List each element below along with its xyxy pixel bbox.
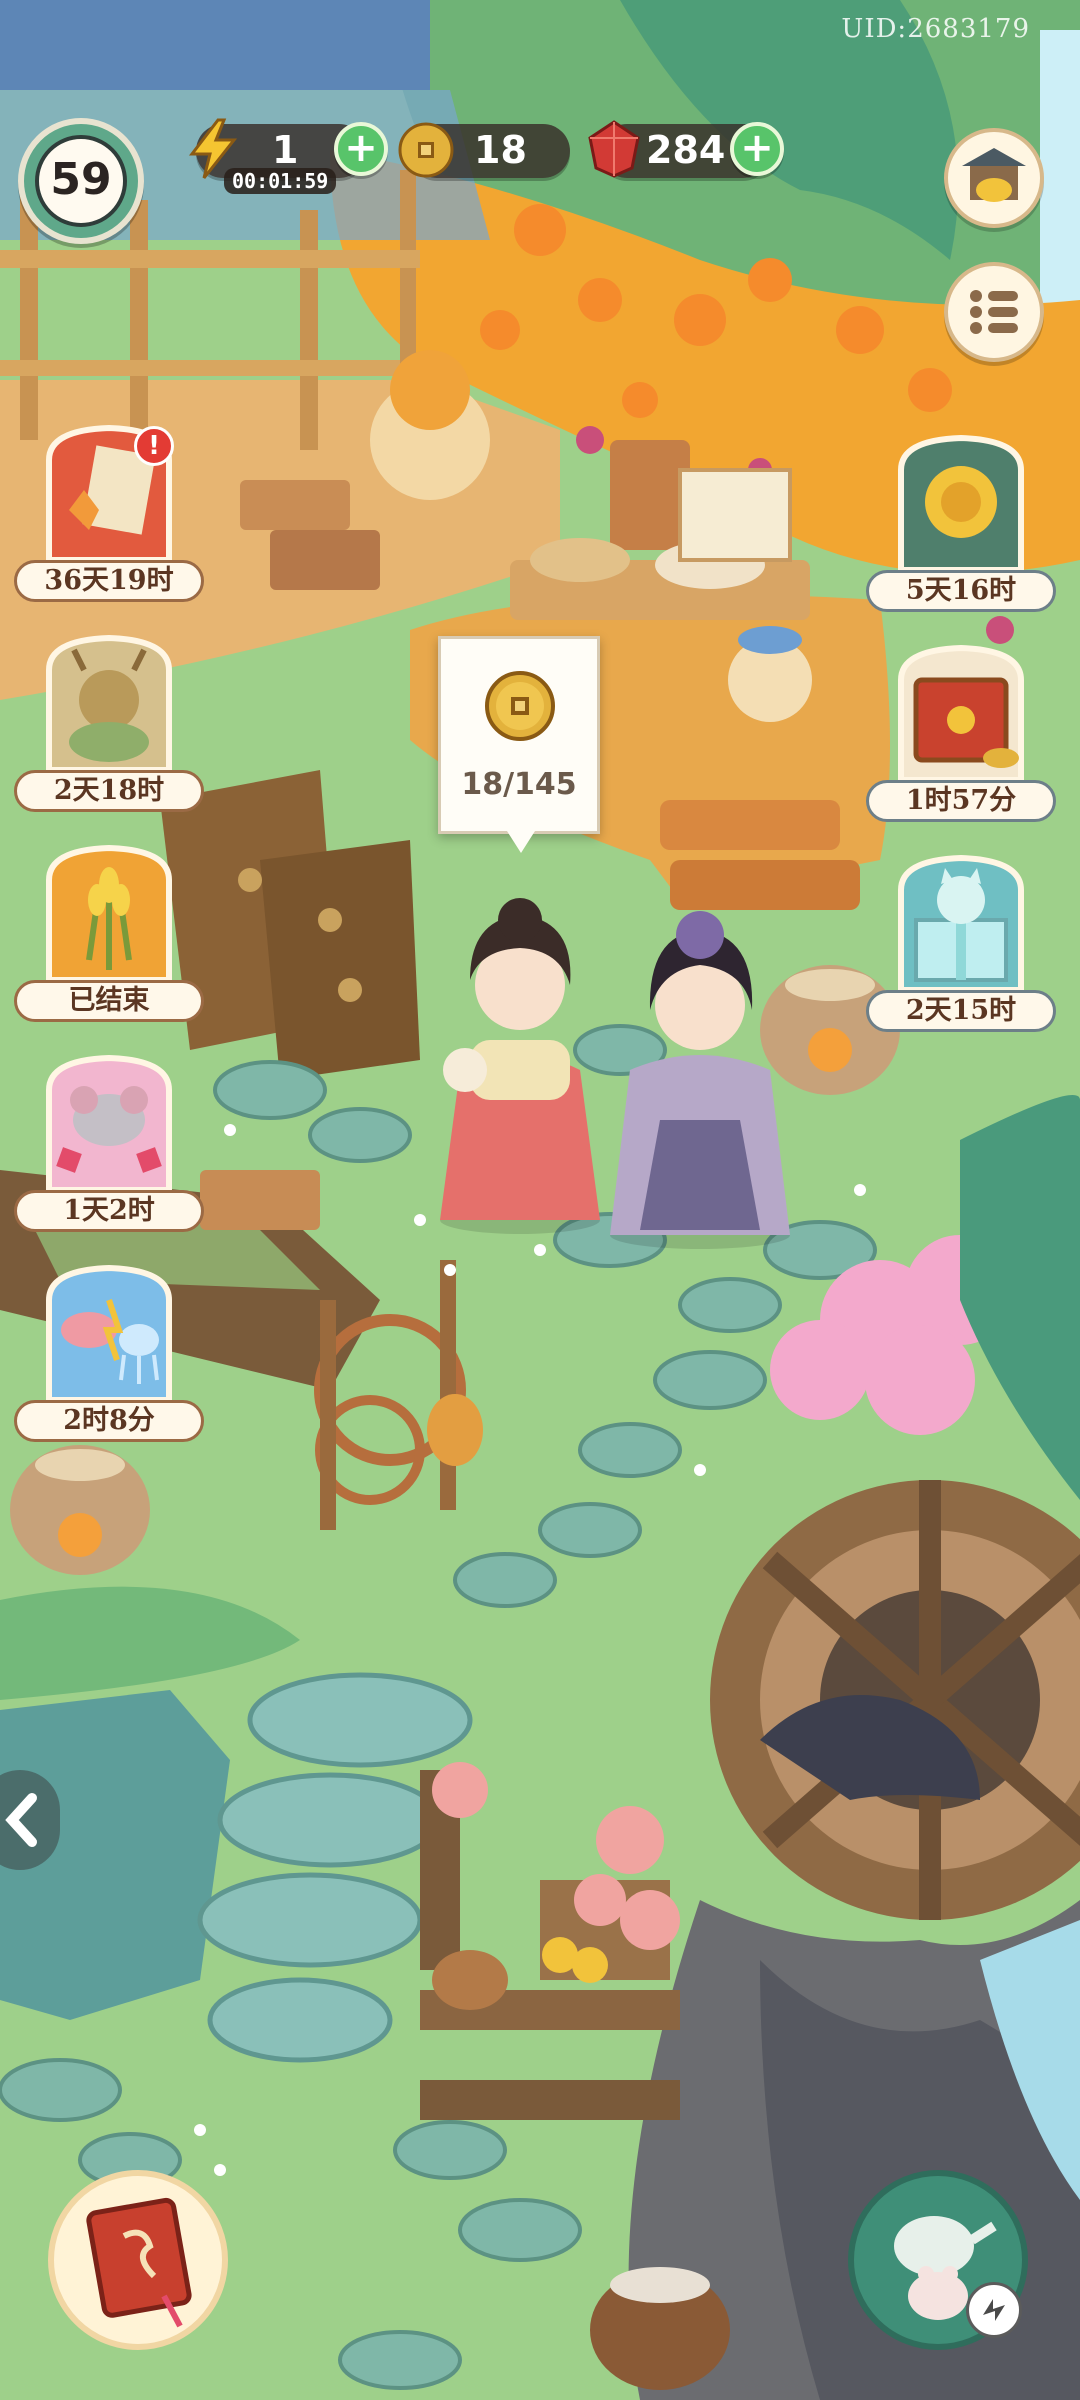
level-number: 59 (50, 154, 112, 205)
event-alert-badge: ! (134, 426, 174, 466)
event-mouse-blossom[interactable]: 1天2时 (14, 1050, 204, 1240)
uid-label: UID:2683179 (841, 14, 1030, 44)
cat-gift-icon (898, 854, 1024, 993)
energy-value: 1 (272, 128, 299, 172)
shrine-icon (962, 148, 1026, 202)
event-timer-label: 2天15时 (866, 990, 1056, 1032)
gem-value: 284 (646, 128, 726, 172)
event-fish-jellyfish[interactable]: 2时8分 (14, 1260, 204, 1450)
event-wheat[interactable]: 已结束 (14, 840, 204, 1030)
deer-spirit-icon (46, 634, 172, 773)
tea-house-button[interactable] (848, 2170, 1028, 2350)
coin-value: 18 (474, 128, 527, 172)
coin-icon (398, 122, 454, 178)
add-gems-button[interactable]: + (730, 122, 784, 176)
event-cat-gift[interactable]: 2天15时 (866, 850, 1056, 1040)
treasure-box-icon (898, 644, 1024, 783)
chrysanthemum-icon (898, 434, 1024, 573)
energy-timer: 00:01:59 (224, 168, 337, 194)
event-timer-label: 2天18时 (14, 770, 204, 812)
game-scene: UID:2683179 59 1 00:01:59 + 18 284 + ! 3… (0, 0, 1080, 2400)
event-timer-label: 1天2时 (14, 1190, 204, 1232)
swap-arrow-icon (966, 2282, 1022, 2338)
add-energy-button[interactable]: + (334, 122, 388, 176)
fish-jellyfish-icon (46, 1264, 172, 1403)
event-deer-spirit[interactable]: 2天18时 (14, 630, 204, 820)
event-maple-letter[interactable]: ! 36天19时 (14, 420, 204, 610)
shop-button[interactable] (944, 128, 1044, 228)
coin-progress-tooltip: 18/145 (438, 636, 600, 853)
ruby-icon (588, 120, 640, 178)
chevron-left-icon (5, 1793, 37, 1847)
menu-button[interactable] (944, 262, 1044, 362)
list-icon (970, 290, 1018, 334)
wheat-icon (46, 844, 172, 983)
event-timer-label: 36天19时 (14, 560, 204, 602)
journal-button[interactable] (48, 2170, 228, 2350)
event-timer-label: 2时8分 (14, 1400, 204, 1442)
event-chrysanthemum[interactable]: 5天16时 (866, 430, 1056, 620)
event-treasure-box[interactable]: 1时57分 (866, 640, 1056, 830)
mouse-blossom-icon (46, 1054, 172, 1193)
coin-icon (485, 671, 555, 741)
event-timer-label: 已结束 (14, 980, 204, 1022)
event-timer-label: 5天16时 (866, 570, 1056, 612)
scroll-left-button[interactable] (0, 1770, 60, 1870)
level-badge[interactable]: 59 (18, 118, 144, 244)
event-timer-label: 1时57分 (866, 780, 1056, 822)
book-icon (86, 2197, 192, 2328)
coin-progress-text: 18/145 (461, 767, 577, 802)
tooltip-tail (507, 831, 535, 853)
